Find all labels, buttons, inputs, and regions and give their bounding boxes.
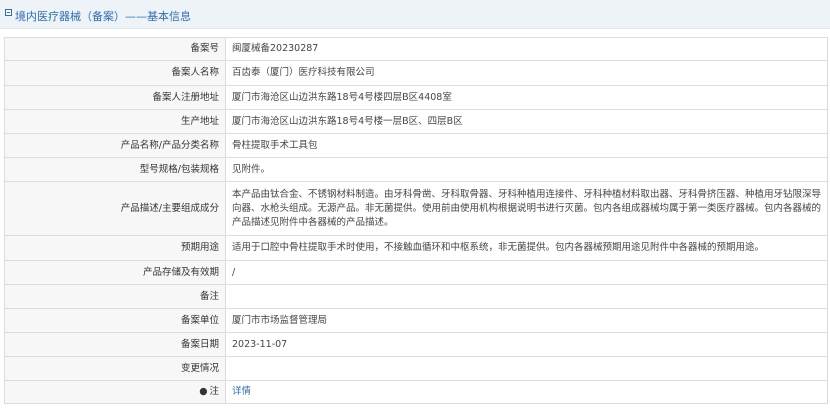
row-label: 产品存储及有效期 (4, 260, 226, 285)
row-label: 备案人注册地址 (4, 85, 226, 110)
row-label: 产品描述/主要组成成分 (4, 181, 226, 236)
row-value (225, 284, 828, 309)
details-link[interactable]: 详情 (232, 386, 251, 397)
row-value: 骨柱提取手术工具包 (225, 133, 828, 158)
collapse-toggle-icon[interactable] (5, 9, 12, 16)
row-value: 本产品由钛合金、不锈钢材料制造。由牙科骨凿、牙科取骨器、牙科种植用连接件、牙科种… (225, 181, 828, 236)
row-label: 型号规格/包装规格 (4, 157, 226, 182)
table-row-model-spec: 型号规格/包装规格 见附件。 (4, 157, 828, 182)
table-row-filing-date: 备案日期 2023-11-07 (4, 332, 828, 357)
row-label: 备案人名称 (4, 60, 226, 86)
page-header: 境内医疗器械（备案）——基本信息 (0, 0, 830, 29)
table-row-filing-unit: 备案单位 厦门市市场监督管理局 (4, 308, 828, 333)
row-value (225, 356, 828, 381)
table-row-record-number: 备案号 闽厦械备20230287 (4, 37, 828, 61)
table-row-storage-validity: 产品存储及有效期 / (4, 260, 828, 285)
table-row-product-description: 产品描述/主要组成成分 本产品由钛合金、不锈钢材料制造。由牙科骨凿、牙科取骨器、… (4, 181, 828, 236)
table-row-change-history: 变更情况 (4, 356, 828, 381)
row-value: 厦门市海沧区山边洪东路18号4号楼四层B区4408室 (225, 85, 828, 110)
basic-info-table: 备案号 闽厦械备20230287 备案人名称 百齿泰（厦门）医疗科技有限公司 备… (4, 37, 828, 404)
row-label: 备案单位 (4, 308, 226, 333)
table-row-intended-use: 预期用途 适用于口腔中骨柱提取手术时使用，不接触血循环和中枢系统，非无菌提供。包… (4, 235, 828, 261)
page-title: 境内医疗器械（备案）——基本信息 (15, 10, 191, 23)
row-label: 备案日期 (4, 332, 226, 357)
row-label: 备注 (4, 284, 226, 309)
table-row-registered-address: 备案人注册地址 厦门市海沧区山边洪东路18号4号楼四层B区4408室 (4, 85, 828, 110)
row-label-note: ● 注 (4, 380, 226, 404)
row-value: 适用于口腔中骨柱提取手术时使用，不接触血循环和中枢系统，非无菌提供。包内各器械预… (225, 235, 828, 261)
row-label: 生产地址 (4, 109, 226, 134)
table-row-product-name: 产品名称/产品分类名称 骨柱提取手术工具包 (4, 133, 828, 158)
row-value: 见附件。 (225, 157, 828, 182)
row-value: 百齿泰（厦门）医疗科技有限公司 (225, 60, 828, 86)
table-row-registrant-name: 备案人名称 百齿泰（厦门）医疗科技有限公司 (4, 60, 828, 86)
row-label: 预期用途 (4, 235, 226, 261)
table-row-note: ● 注 详情 (4, 380, 828, 404)
row-label: 变更情况 (4, 356, 226, 381)
table-row-production-address: 生产地址 厦门市海沧区山边洪东路18号4号楼一层B区、四层B区 (4, 109, 828, 134)
row-value: / (225, 260, 828, 285)
row-value: 厦门市市场监督管理局 (225, 308, 828, 333)
info-marker-icon: ● (199, 386, 208, 397)
row-label: 产品名称/产品分类名称 (4, 133, 226, 158)
row-label: 备案号 (4, 37, 226, 61)
row-value: 厦门市海沧区山边洪东路18号4号楼一层B区、四层B区 (225, 109, 828, 134)
row-value: 闽厦械备20230287 (225, 37, 828, 61)
row-label-text: 注 (209, 386, 219, 397)
table-row-remarks: 备注 (4, 284, 828, 309)
row-value: 2023-11-07 (225, 332, 828, 357)
row-value: 详情 (225, 380, 828, 404)
